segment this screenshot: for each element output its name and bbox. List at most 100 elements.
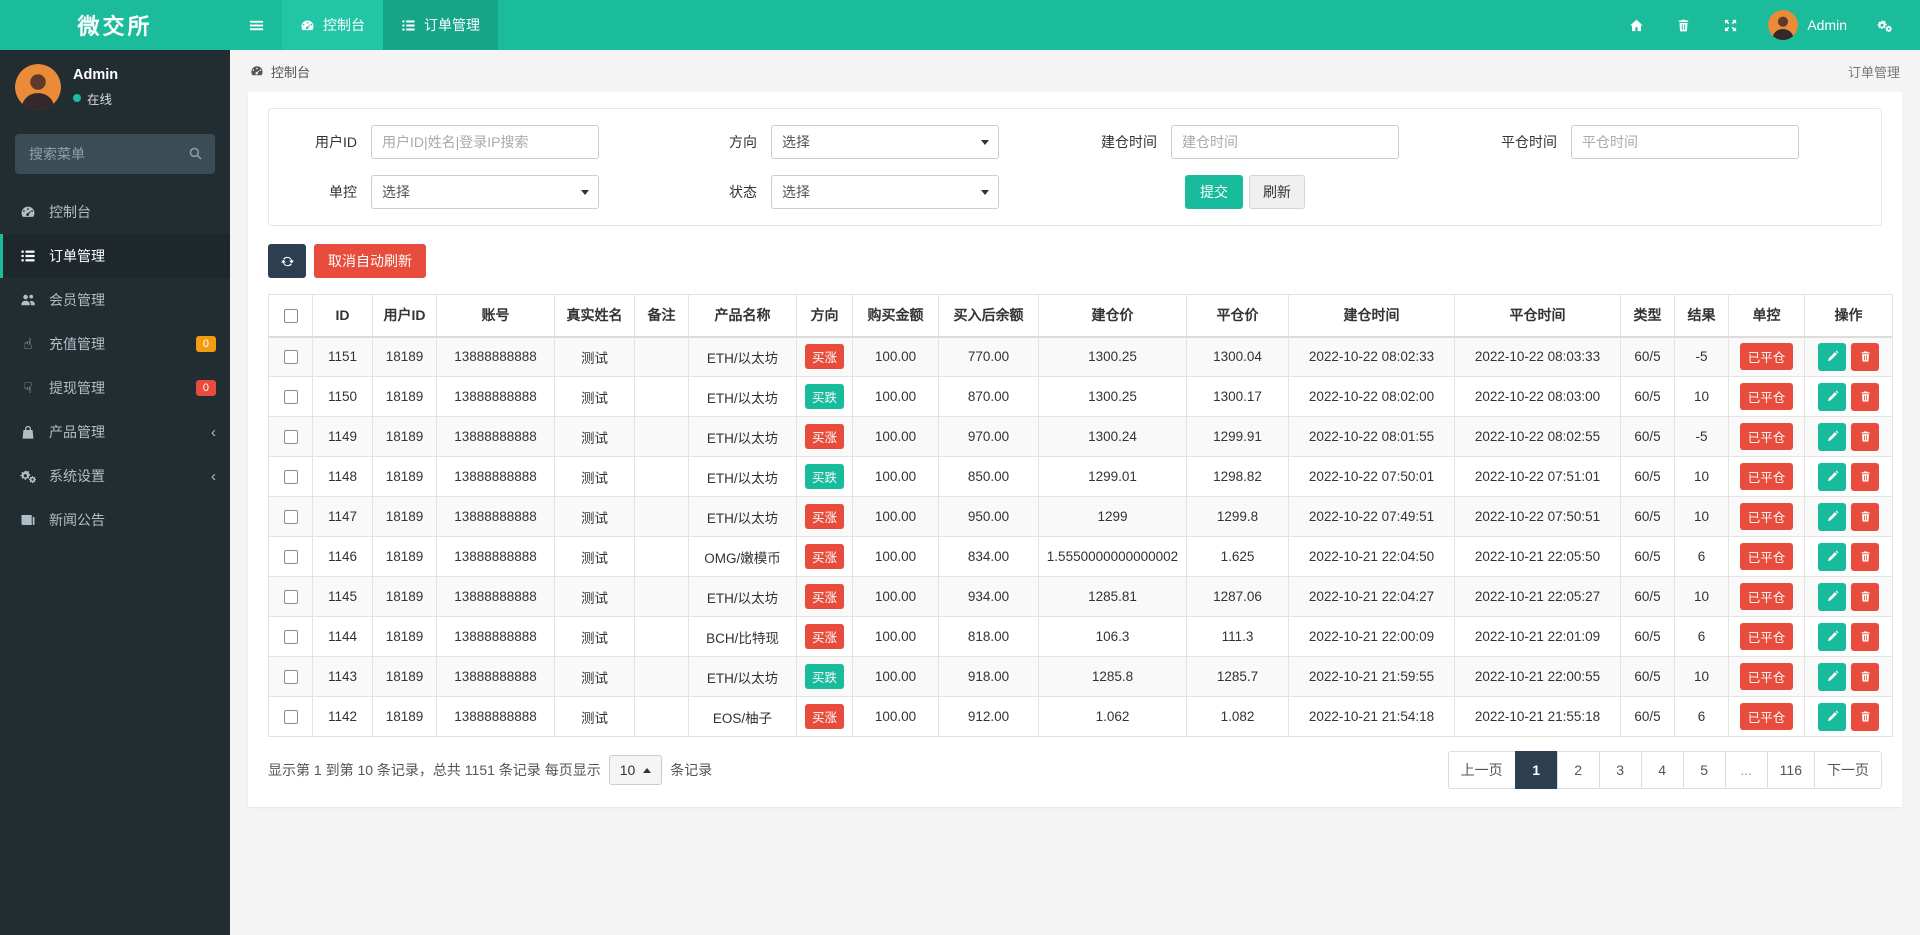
- cell: [635, 577, 689, 617]
- brand-logo[interactable]: 微交所: [0, 0, 230, 50]
- hand-down-icon: ☟: [18, 379, 38, 397]
- row-checkbox-cell: [269, 377, 313, 417]
- page-link[interactable]: 3: [1599, 751, 1642, 789]
- edit-button[interactable]: [1818, 343, 1846, 371]
- cell: 100.00: [853, 497, 939, 537]
- page-link[interactable]: 2: [1557, 751, 1600, 789]
- column-header: ID: [313, 295, 373, 337]
- reload-table-button[interactable]: [268, 244, 306, 278]
- delete-button[interactable]: [1851, 703, 1879, 731]
- edit-button[interactable]: [1818, 623, 1846, 651]
- row-checkbox[interactable]: [284, 390, 298, 404]
- edit-button[interactable]: [1818, 383, 1846, 411]
- row-checkbox[interactable]: [284, 630, 298, 644]
- list-icon: [18, 248, 38, 264]
- top-navbar: 微交所 控制台订单管理 Admin: [0, 0, 1920, 50]
- sidebar-menu: 控制台订单管理会员管理☝充值管理0☟提现管理0产品管理‹系统设置‹新闻公告: [0, 190, 230, 542]
- row-checkbox[interactable]: [284, 510, 298, 524]
- news-icon: [18, 512, 38, 528]
- nav-tab[interactable]: 控制台: [282, 0, 383, 50]
- delete-button[interactable]: [1851, 623, 1879, 651]
- edit-button[interactable]: [1818, 543, 1846, 571]
- sidebar-item[interactable]: ☟提现管理0: [0, 366, 230, 410]
- close-time-input[interactable]: [1571, 125, 1799, 159]
- edit-button[interactable]: [1818, 503, 1846, 531]
- status-select[interactable]: 选择: [771, 175, 999, 209]
- cell: 18189: [373, 617, 437, 657]
- delete-button[interactable]: [1851, 543, 1879, 571]
- row-checkbox[interactable]: [284, 470, 298, 484]
- sidebar: Admin 在线 控制台订单管理会员管理☝充值管理0☟提现管理0产品管理‹系统设…: [0, 50, 230, 935]
- refresh-button[interactable]: 刷新: [1249, 175, 1305, 209]
- page-link[interactable]: 4: [1641, 751, 1684, 789]
- cell: 2022-10-22 07:50:01: [1289, 457, 1455, 497]
- page-link[interactable]: 116: [1767, 751, 1815, 789]
- orders-table: ID用户ID账号真实姓名备注产品名称方向购买金额买入后余额建仓价平仓价建仓时间平…: [268, 294, 1893, 737]
- delete-button[interactable]: [1851, 503, 1879, 531]
- row-checkbox[interactable]: [284, 550, 298, 564]
- column-header: 平仓价: [1187, 295, 1289, 337]
- row-checkbox[interactable]: [284, 590, 298, 604]
- fullscreen-icon[interactable]: [1707, 0, 1754, 50]
- user-menu[interactable]: Admin: [1754, 10, 1861, 40]
- cell: 10: [1675, 377, 1729, 417]
- summary-suffix: 条记录: [670, 760, 712, 780]
- menu-search-input[interactable]: [15, 134, 215, 174]
- delete-button[interactable]: [1851, 423, 1879, 451]
- control-select[interactable]: 选择: [371, 175, 599, 209]
- chevron-left-icon: ‹: [211, 424, 216, 441]
- control-cell: 已平仓: [1729, 657, 1805, 697]
- breadcrumb-left[interactable]: 控制台: [250, 62, 310, 81]
- edit-button[interactable]: [1818, 583, 1846, 611]
- sidebar-item[interactable]: 新闻公告: [0, 498, 230, 542]
- direction-select[interactable]: 选择: [771, 125, 999, 159]
- row-checkbox-cell: [269, 657, 313, 697]
- delete-button[interactable]: [1851, 663, 1879, 691]
- cell: 1285.7: [1187, 657, 1289, 697]
- delete-button[interactable]: [1851, 583, 1879, 611]
- table-row: 11451818913888888888测试ETH/以太坊买涨100.00934…: [269, 577, 1893, 617]
- edit-button[interactable]: [1818, 423, 1846, 451]
- sidebar-item[interactable]: 订单管理: [0, 234, 230, 278]
- page-link[interactable]: 上一页: [1448, 751, 1516, 789]
- cancel-auto-refresh-button[interactable]: 取消自动刷新: [314, 244, 426, 278]
- open-time-input[interactable]: [1171, 125, 1399, 159]
- direction-cell: 买跌: [797, 657, 853, 697]
- edit-button[interactable]: [1818, 663, 1846, 691]
- sidebar-item[interactable]: 控制台: [0, 190, 230, 234]
- home-icon[interactable]: [1613, 0, 1660, 50]
- search-icon[interactable]: [188, 146, 203, 161]
- page-size-dropdown[interactable]: 10: [609, 755, 663, 785]
- settings-cogs-icon[interactable]: [1861, 0, 1908, 50]
- page-link[interactable]: 下一页: [1814, 751, 1882, 789]
- sidebar-item[interactable]: 会员管理: [0, 278, 230, 322]
- delete-button[interactable]: [1851, 383, 1879, 411]
- cell: ETH/以太坊: [689, 417, 797, 457]
- sidebar-item[interactable]: ☝充值管理0: [0, 322, 230, 366]
- sidebar-item[interactable]: 系统设置‹: [0, 454, 230, 498]
- edit-button[interactable]: [1818, 703, 1846, 731]
- row-checkbox[interactable]: [284, 670, 298, 684]
- main-content: 控制台 订单管理 用户ID 方向 选择 建仓时间 平仓时间: [230, 0, 1920, 807]
- page-link[interactable]: 1: [1515, 751, 1558, 789]
- row-checkbox[interactable]: [284, 710, 298, 724]
- cell: 60/5: [1621, 697, 1675, 737]
- cell: 测试: [555, 577, 635, 617]
- user-id-search-input[interactable]: [371, 125, 599, 159]
- hamburger-icon[interactable]: [230, 0, 282, 50]
- status-badge: 已平仓: [1740, 583, 1794, 610]
- dashboard-icon: [18, 204, 38, 220]
- sidebar-item[interactable]: 产品管理‹: [0, 410, 230, 454]
- trash-icon[interactable]: [1660, 0, 1707, 50]
- select-all-checkbox[interactable]: [284, 309, 298, 323]
- page-link[interactable]: 5: [1683, 751, 1726, 789]
- row-checkbox[interactable]: [284, 430, 298, 444]
- delete-button[interactable]: [1851, 343, 1879, 371]
- control-cell: 已平仓: [1729, 337, 1805, 377]
- edit-button[interactable]: [1818, 463, 1846, 491]
- row-checkbox[interactable]: [284, 350, 298, 364]
- delete-button[interactable]: [1851, 463, 1879, 491]
- actions-cell: [1805, 697, 1893, 737]
- submit-button[interactable]: 提交: [1185, 175, 1243, 209]
- nav-tab[interactable]: 订单管理: [383, 0, 498, 50]
